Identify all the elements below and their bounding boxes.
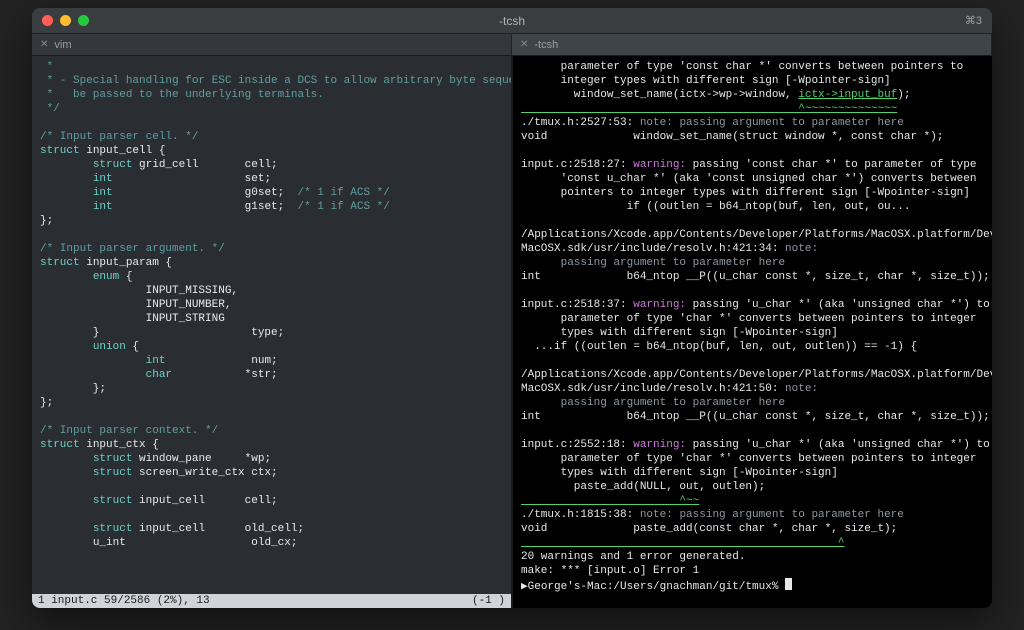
close-icon[interactable]: ✕ xyxy=(40,39,48,50)
close-icon[interactable]: ✕ xyxy=(520,39,528,50)
tab-label: -tcsh xyxy=(534,39,558,51)
maximize-icon[interactable] xyxy=(78,15,89,26)
window-title: -tcsh xyxy=(32,14,992,28)
cursor xyxy=(785,578,792,590)
shell-output[interactable]: parameter of type 'const char *' convert… xyxy=(513,56,992,608)
status-left: 1 input.c 59/2586 (2%), 13 xyxy=(38,595,210,607)
left-pane-vim[interactable]: * * - Special handling for ESC inside a … xyxy=(32,56,511,608)
tab-tcsh[interactable]: ✕ -tcsh xyxy=(512,34,992,55)
shell-prompt[interactable]: ▶George's-Mac:/Users/gnachman/git/tmux% xyxy=(521,581,785,593)
minimize-icon[interactable] xyxy=(60,15,71,26)
right-pane-shell[interactable]: parameter of type 'const char *' convert… xyxy=(513,56,992,608)
window-shortcut-hint: ⌘3 xyxy=(965,14,982,27)
tab-vim[interactable]: ✕ vim xyxy=(32,34,512,55)
traffic-lights xyxy=(32,15,89,26)
vim-statusline: 1 input.c 59/2586 (2%), 13 (-1 ) xyxy=(32,594,511,608)
terminal-window: -tcsh ⌘3 ✕ vim ✕ -tcsh * * - Special han… xyxy=(32,8,992,608)
split-panes: * * - Special handling for ESC inside a … xyxy=(32,56,992,608)
tab-label: vim xyxy=(54,39,71,51)
vim-buffer[interactable]: * * - Special handling for ESC inside a … xyxy=(32,56,511,594)
close-icon[interactable] xyxy=(42,15,53,26)
titlebar[interactable]: -tcsh ⌘3 xyxy=(32,8,992,34)
tab-bar: ✕ vim ✕ -tcsh xyxy=(32,34,992,56)
status-right: (-1 ) xyxy=(472,595,505,607)
